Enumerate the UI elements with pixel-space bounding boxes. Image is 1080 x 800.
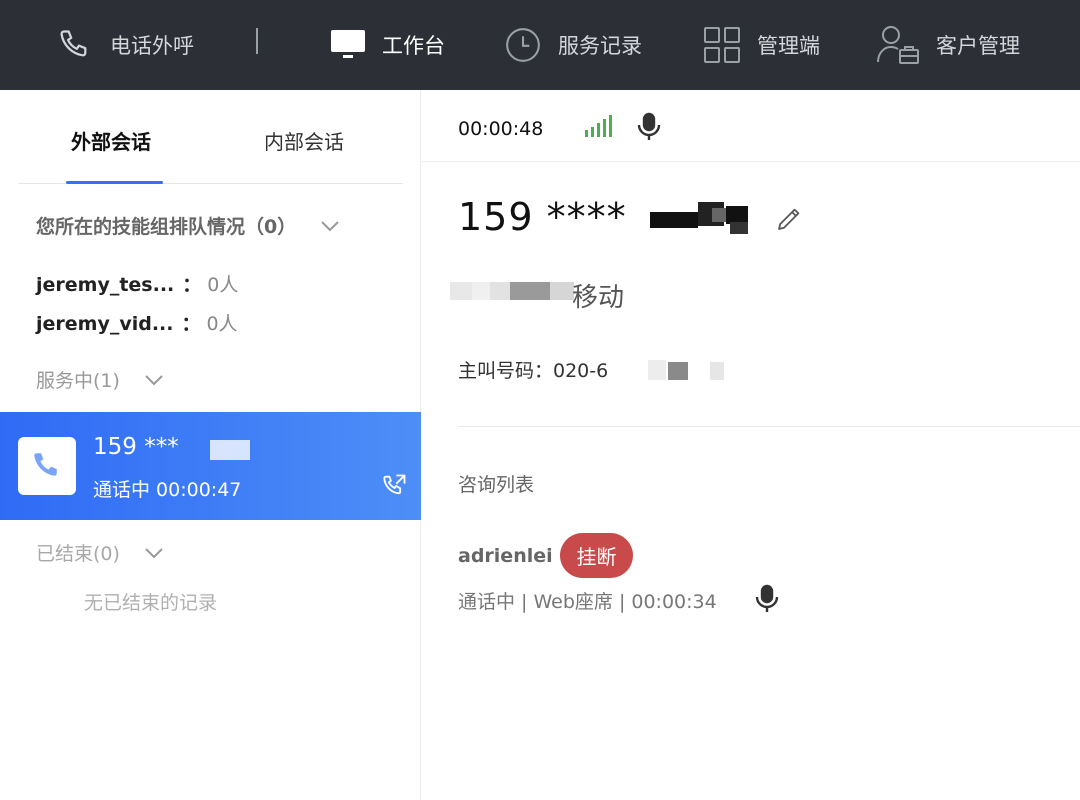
- phone-icon: [56, 26, 94, 64]
- queue-row: jeremy_tes... ： 0人: [36, 270, 238, 297]
- monitor-icon: [330, 28, 366, 62]
- nav-label-admin: 管理端: [757, 34, 820, 58]
- queue-colon: ：: [182, 274, 202, 296]
- queue-group-name: jeremy_vid...: [36, 313, 174, 335]
- call-status-bar: 00:00:48: [422, 90, 1080, 162]
- nav-label-service-records: 服务记录: [558, 34, 642, 58]
- call-timer: 00:00:48: [458, 118, 544, 140]
- caller-location: 移动: [572, 283, 625, 313]
- queue-count: 0人: [206, 313, 238, 335]
- serving-section-header[interactable]: 服务中(1): [36, 366, 164, 393]
- nav-label-customer-management: 客户管理: [936, 34, 1020, 58]
- active-session-card[interactable]: 159 *** 通话中 00:00:47: [0, 412, 421, 520]
- ended-empty-message: 无已结束的记录: [84, 592, 218, 614]
- session-caller-number: 159 ***: [93, 434, 179, 460]
- queue-section-header[interactable]: 您所在的技能组排队情况（0）: [36, 212, 340, 239]
- call-detail-panel: 00:00:48 159 **** 移动 主叫号码：020-6 咨询列表 adr…: [422, 90, 1080, 800]
- queue-colon: ：: [181, 313, 201, 335]
- nav-item-service-records[interactable]: 服务记录: [504, 0, 642, 90]
- microphone-icon[interactable]: [754, 584, 780, 614]
- queue-group-name: jeremy_tes...: [36, 274, 175, 296]
- nav-item-customer-management[interactable]: 客户管理: [876, 0, 1020, 90]
- active-tab-indicator: [66, 181, 163, 184]
- nav-item-outbound-call[interactable]: 电话外呼: [56, 0, 194, 90]
- tab-internal-sessions[interactable]: 内部会话: [264, 126, 344, 155]
- privacy-mask: [450, 282, 574, 300]
- nav-item-workbench[interactable]: 工作台: [330, 0, 445, 90]
- chevron-down-icon: [144, 374, 164, 386]
- phone-icon: [34, 453, 57, 476]
- chevron-down-icon: [144, 547, 164, 559]
- main-caller-number: 主叫号码：020-6: [458, 360, 609, 382]
- session-tabs: 外部会话 内部会话: [18, 90, 403, 184]
- queue-section-title: 您所在的技能组排队情况（0）: [36, 216, 297, 238]
- queue-count: 0人: [207, 274, 239, 296]
- caller-number: 159 ****: [458, 195, 627, 239]
- call-transfer-icon[interactable]: [380, 472, 408, 500]
- privacy-mask: [650, 202, 748, 234]
- session-list-panel: 外部会话 内部会话 您所在的技能组排队情况（0） jeremy_tes...： 0…: [0, 90, 421, 800]
- edit-icon[interactable]: [774, 204, 804, 234]
- call-avatar: [18, 437, 76, 495]
- privacy-mask: [648, 360, 724, 380]
- ended-section-header[interactable]: 已结束(0): [36, 539, 164, 566]
- signal-strength-icon: [584, 114, 614, 138]
- session-status: 通话中 00:00:47: [93, 479, 242, 501]
- privacy-mask: [210, 440, 250, 460]
- consult-list-title: 咨询列表: [458, 474, 535, 496]
- divider: [458, 426, 1080, 427]
- microphone-icon[interactable]: [636, 112, 662, 142]
- top-navigation: 电话外呼 工作台 服务记录 管理端 客户管理: [0, 0, 1080, 90]
- consult-agent-name: adrienlei: [458, 545, 553, 567]
- nav-label-outbound-call: 电话外呼: [110, 34, 194, 58]
- nav-item-admin[interactable]: 管理端: [703, 0, 820, 90]
- queue-row: jeremy_vid... ： 0人: [36, 309, 238, 336]
- nav-label-workbench: 工作台: [382, 34, 445, 58]
- ended-section-title: 已结束(0): [36, 543, 120, 565]
- consult-status: 通话中 | Web座席 | 00:00:34: [458, 591, 717, 613]
- chevron-down-icon: [320, 220, 340, 232]
- clock-icon: [504, 26, 542, 64]
- nav-divider: [256, 28, 258, 54]
- serving-section-title: 服务中(1): [36, 370, 120, 392]
- user-briefcase-icon: [876, 24, 920, 66]
- hangup-button[interactable]: 挂断: [560, 533, 633, 578]
- grid-icon: [703, 26, 741, 64]
- tab-external-sessions[interactable]: 外部会话: [71, 126, 151, 155]
